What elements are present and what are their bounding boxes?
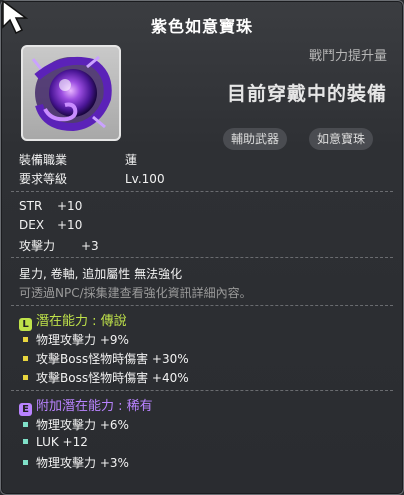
stat-str-label: STR xyxy=(19,199,43,213)
stat-dex-value: +10 xyxy=(57,218,83,232)
bullet-icon xyxy=(23,439,28,444)
bullet-icon xyxy=(23,460,28,465)
divider xyxy=(11,305,393,306)
bullet-icon xyxy=(23,375,28,380)
item-tooltip: 紫色如意寶珠 戰鬥力提升量 目前穿戴中的裝備 輔助武器 如意寶珠 裝備職業 蓮 要… xyxy=(0,0,404,495)
required-job-value: 蓮 xyxy=(125,153,138,167)
power-increase-label: 戰鬥力提升量 xyxy=(308,49,387,64)
rare-grade-icon: E xyxy=(19,403,32,416)
divider xyxy=(11,191,393,192)
stat-row: 攻擊力 +3 xyxy=(19,237,99,254)
divider xyxy=(11,257,393,258)
potential-line: 攻擊Boss怪物時傷害 +40% xyxy=(23,369,189,386)
required-job-row: 裝備職業 蓮 xyxy=(19,151,137,168)
bullet-icon xyxy=(23,337,28,342)
additional-potential-line: 物理攻擊力 +3% xyxy=(23,454,129,471)
potential-header: L 潛在能力 : 傳說 xyxy=(19,310,127,331)
currently-equipped-label: 目前穿戴中的裝備 xyxy=(226,83,387,105)
bullet-icon xyxy=(23,422,28,427)
required-job-label: 裝備職業 xyxy=(19,153,68,167)
stat-row: STR +10 xyxy=(19,199,82,213)
additional-potential-title: 附加潛在能力 : 稀有 xyxy=(36,399,153,414)
item-title: 紫色如意寶珠 xyxy=(150,17,253,36)
required-level-row: 要求等級 Lv.100 xyxy=(19,170,165,187)
additional-potential-line: LUK +12 xyxy=(23,435,88,449)
required-level-label: 要求等級 xyxy=(19,172,68,186)
required-level-value: Lv.100 xyxy=(125,172,165,186)
legendary-grade-icon: L xyxy=(19,318,32,331)
potential-line: 攻擊Boss怪物時傷害 +30% xyxy=(23,350,189,367)
enhancement-hint: 可透過NPC/採集建查看強化資訊詳細內容。 xyxy=(19,286,252,300)
additional-potential-line: 物理攻擊力 +6% xyxy=(23,416,129,433)
tag-item-type: 如意寶珠 xyxy=(309,128,374,150)
stat-str-value: +10 xyxy=(57,199,83,213)
stat-row: DEX +10 xyxy=(19,218,82,232)
purple-orb-icon xyxy=(31,55,112,132)
potential-line: 物理攻擊力 +9% xyxy=(23,331,129,348)
stat-attack-label: 攻擊力 xyxy=(19,239,56,253)
bullet-icon xyxy=(23,356,28,361)
additional-potential-header: E 附加潛在能力 : 稀有 xyxy=(19,395,153,416)
stat-attack-value: +3 xyxy=(81,239,99,253)
enhancement-restrictions: 星力, 卷軸, 追加屬性 無法強化 xyxy=(19,267,183,281)
stat-dex-label: DEX xyxy=(19,218,45,232)
tag-secondary-weapon: 輔助武器 xyxy=(223,128,288,150)
divider xyxy=(11,390,393,391)
item-image xyxy=(21,45,121,141)
potential-title: 潛在能力 : 傳說 xyxy=(36,314,127,329)
